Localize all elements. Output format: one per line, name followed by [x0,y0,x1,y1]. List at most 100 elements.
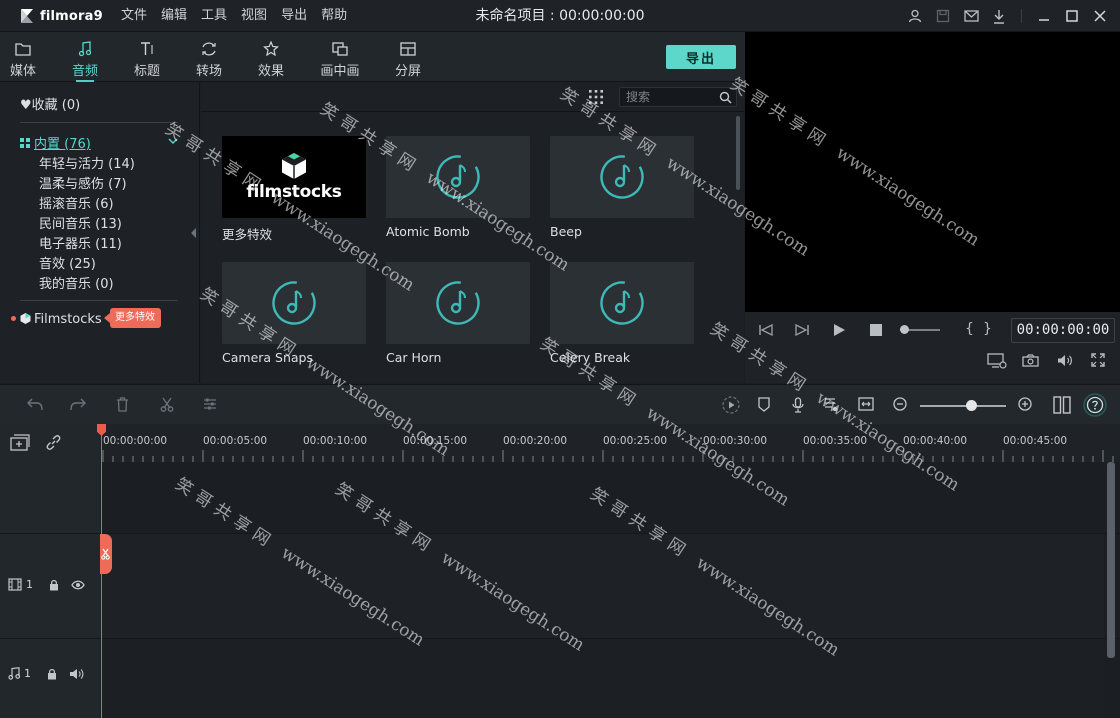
category-gentle-sentimental[interactable]: 温柔与感伤 (7) [39,173,127,192]
lock-icon[interactable] [49,579,59,591]
tab-pip[interactable]: 画中画 [317,32,363,82]
download-icon[interactable] [985,0,1013,32]
help-icon[interactable] [1083,393,1107,417]
mail-icon[interactable] [957,0,985,32]
timeline-tracks[interactable] [100,462,1104,718]
grid-view-icon[interactable] [589,90,603,104]
split-screen-icon [400,42,416,56]
category-my-music[interactable]: 我的音乐 (0) [39,273,114,292]
filmstocks-label: Filmstocks [34,312,102,327]
panel-layout-icon[interactable] [1053,396,1071,414]
menu-help[interactable]: 帮助 [314,0,354,32]
card-label: 更多特效 [222,227,273,242]
save-icon[interactable] [929,0,957,32]
minimize-icon[interactable] [1030,0,1058,32]
video-track-lane[interactable] [100,534,1104,638]
media-card-car-horn[interactable]: Car Horn [386,262,530,365]
chevron-down-icon[interactable] [168,138,178,145]
tab-split-screen[interactable]: 分屏 [385,32,431,82]
category-rock[interactable]: 摇滚音乐 (6) [39,193,114,212]
snapshot-icon[interactable] [1022,354,1039,367]
menu-edit[interactable]: 编辑 [154,0,194,32]
tab-label: 分屏 [394,64,421,79]
scissors-icon[interactable] [160,397,174,412]
menu-view[interactable]: 视图 [234,0,274,32]
add-track-icon[interactable] [10,434,30,452]
tab-transition[interactable]: 转场 [186,32,232,82]
media-scrollbar[interactable] [736,116,740,190]
link-icon[interactable] [45,434,62,451]
timeline-ruler[interactable]: 00:00:00:00 00:00:05:00 00:00:10:00 00:0… [100,424,1120,462]
mark-in-button[interactable]: { [965,321,974,337]
tab-label: 音频 [71,64,98,79]
ruler-label: 00:00:15:00 [403,435,468,447]
undo-icon[interactable] [27,397,43,411]
audio-track-lane[interactable] [100,639,1104,718]
fit-timeline-icon[interactable] [858,397,874,411]
mark-out-button[interactable]: } [983,321,992,337]
menu-export[interactable]: 导出 [274,0,314,32]
tab-media[interactable]: 媒体 [0,32,46,82]
media-card-camera-snaps[interactable]: Camera Snaps [222,262,366,365]
split-handle[interactable] [100,534,112,574]
category-folk[interactable]: 民间音乐 (13) [39,213,122,232]
menu-file[interactable]: 文件 [114,0,154,32]
tab-audio[interactable]: 音频 [62,32,108,82]
media-card-atomic-bomb[interactable]: Atomic Bomb [386,136,530,239]
tab-effects[interactable]: 效果 [248,32,294,82]
fullscreen-icon[interactable] [1091,353,1105,367]
zoom-in-icon[interactable] [1018,397,1032,411]
stop-icon[interactable] [870,324,882,336]
tab-label: 转场 [195,64,222,79]
tab-title[interactable]: 标题 [124,32,170,82]
export-button[interactable]: 导出 [666,45,736,69]
adjust-icon[interactable] [203,397,217,411]
account-icon[interactable] [901,0,929,32]
category-sound-effects[interactable]: 音效 (25) [39,253,96,272]
zoom-slider-knob[interactable] [966,400,977,411]
zoom-out-icon[interactable] [893,397,907,411]
thumbnail [386,136,530,218]
maximize-icon[interactable] [1058,0,1086,32]
filmstocks-icon [20,313,31,324]
media-card-beep[interactable]: Beep [550,136,694,239]
search-icon[interactable] [719,91,732,104]
render-icon[interactable] [722,396,740,414]
close-icon[interactable] [1086,0,1114,32]
volume-icon[interactable] [1057,354,1073,367]
audio-track-number: 1 [24,667,31,680]
redo-icon[interactable] [70,397,86,411]
play-icon[interactable] [833,323,846,337]
previous-frame-icon[interactable] [759,324,773,336]
lock-icon[interactable] [47,668,57,680]
collapse-arrow-icon[interactable] [191,228,197,238]
media-card-celery-break[interactable]: Celery Break [550,262,694,365]
category-electronic[interactable]: 电子器乐 (11) [39,233,122,252]
render-preview-icon[interactable] [987,353,1007,369]
tab-label: 媒体 [9,64,36,79]
media-card-more-effects[interactable]: filmstocks 更多特效 [222,136,366,243]
transition-icon [202,42,216,56]
window-controls [901,0,1114,32]
more-effects-badge[interactable]: 更多特效 [104,308,161,328]
filmstocks-wordmark: filmstocks [246,182,342,202]
voiceover-list-icon[interactable] [824,397,840,412]
delete-icon[interactable] [116,397,129,412]
builtin-folder[interactable]: 内置 (76) [20,133,91,152]
favorites-item[interactable]: ♥收藏 (0) [20,94,80,113]
speaker-icon[interactable] [69,668,84,680]
search-input[interactable] [626,89,716,105]
menu-tools[interactable]: 工具 [194,0,234,32]
category-young-energy[interactable]: 年轻与活力 (14) [39,153,135,172]
timeline-scrollbar[interactable] [1107,462,1115,658]
audio-disc-icon [436,281,480,325]
playback-progress-knob[interactable] [900,325,909,334]
marker-icon[interactable] [758,397,770,412]
filmstocks-item[interactable]: Filmstocks [11,312,102,327]
eye-icon[interactable] [71,580,85,590]
microphone-icon[interactable] [792,397,804,413]
effects-icon [263,41,279,57]
next-frame-icon[interactable] [795,324,809,336]
zoom-slider-track[interactable] [920,405,1006,407]
audio-disc-icon [436,155,480,199]
